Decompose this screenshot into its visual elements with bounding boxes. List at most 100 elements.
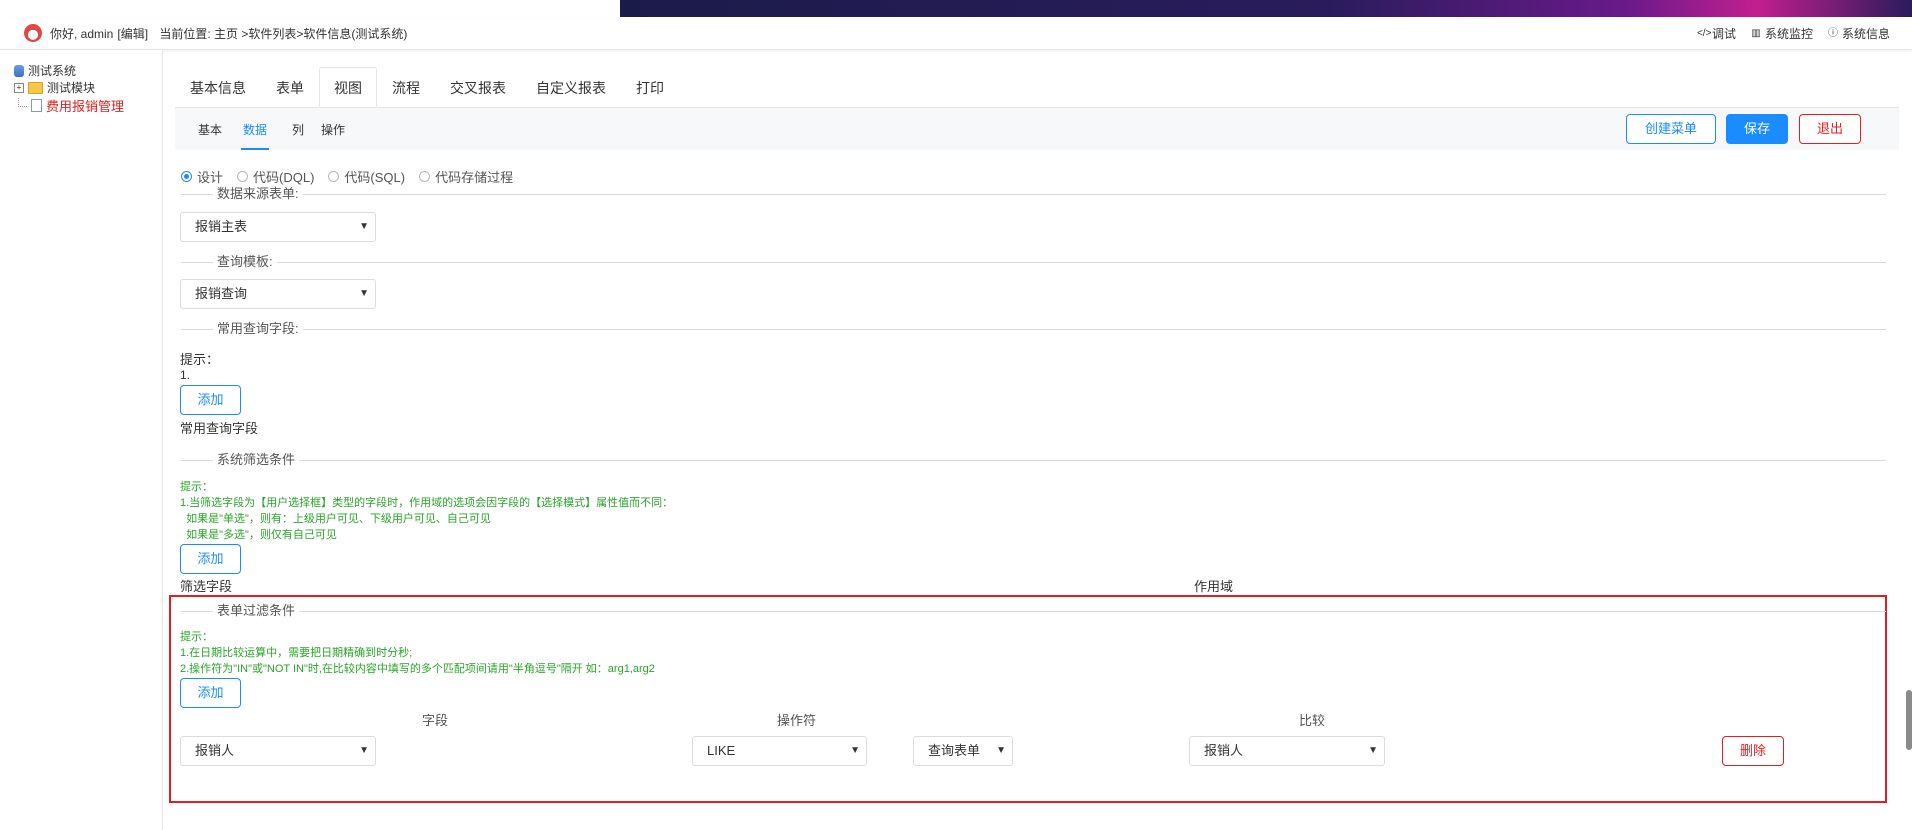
operator-column-header: 操作符 <box>777 713 817 728</box>
radio-dql-label: 代码(DQL) <box>253 170 315 185</box>
main-panel: 基本信息 表单 视图 流程 交叉报表 自定义报表 打印 基本 数据 列 操作 创… <box>163 50 1912 830</box>
query-template-value: 报销查询 <box>195 286 248 301</box>
filter-operator-value: LIKE <box>707 743 736 758</box>
top-tools: </> 调试 ▥ 系统监控 ⓘ 系统信息 <box>1697 25 1890 42</box>
data-source-value: 报销主表 <box>195 219 248 234</box>
tab-custom-report[interactable]: 自定义报表 <box>521 67 621 109</box>
expand-icon[interactable]: + <box>14 82 24 93</box>
edit-profile-link[interactable]: [编辑] <box>117 27 148 41</box>
form-filter-legend-label: 表单过滤条件 <box>213 604 300 618</box>
radio-dql[interactable]: 代码(DQL) <box>237 167 314 186</box>
common-fields-legend: 常用查询字段: <box>181 322 1886 336</box>
tab-flow[interactable]: 流程 <box>377 67 435 109</box>
filter-field-column-header: 筛选字段 <box>180 579 233 594</box>
filter-compare-value: 报销人 <box>1204 743 1244 758</box>
tree-node-module[interactable]: + 测试模块 <box>14 79 95 96</box>
filter-field-select[interactable]: 报销人 ▼ <box>180 736 376 766</box>
compare-column-header: 比较 <box>1299 713 1326 728</box>
system-monitor-link[interactable]: ▥ 系统监控 <box>1750 25 1813 42</box>
system-info-label: 系统信息 <box>1841 27 1890 41</box>
caret-down-icon: ▼ <box>1368 745 1378 756</box>
top-bar: 你好, admin [编辑] 当前位置: 主页 >软件列表>软件信息(测试系统) … <box>0 17 1912 50</box>
banner-graphic <box>620 0 1912 17</box>
subtab-columns[interactable]: 列 <box>292 121 304 138</box>
caret-down-icon: ▼ <box>359 288 369 299</box>
breadcrumb: 当前位置: 主页 >软件列表>软件信息(测试系统) <box>159 27 408 41</box>
query-template-legend: 查询模板: <box>181 255 1886 269</box>
subtab-basic[interactable]: 基本 <box>198 121 222 138</box>
tree-node-leaf-label: 费用报销管理 <box>46 99 125 114</box>
tree-node-leaf[interactable]: 费用报销管理 <box>18 96 124 115</box>
code-icon: </> <box>1696 27 1712 39</box>
system-filter-tip-line-2: 如果是"单选"，则有：上级用户可见、下级用户可见、自己可见 <box>180 513 491 525</box>
scrollbar-thumb[interactable] <box>1906 690 1912 750</box>
monitor-icon: ▥ <box>1751 27 1761 39</box>
form-filter-highlight <box>169 595 1887 803</box>
system-filter-add-button[interactable]: 添加 <box>180 544 241 574</box>
data-source-legend: 数据来源表单: <box>181 187 1886 201</box>
delete-condition-button[interactable]: 删除 <box>1722 736 1784 766</box>
main-tabs: 基本信息 表单 视图 流程 交叉报表 自定义报表 打印 <box>175 67 679 109</box>
filter-compare-select[interactable]: 报销人 ▼ <box>1189 736 1385 766</box>
system-info-link[interactable]: ⓘ 系统信息 <box>1827 25 1890 42</box>
system-filter-tip-title: 提示： <box>180 481 213 493</box>
common-fields-legend-label: 常用查询字段: <box>213 322 303 336</box>
tree-connector <box>18 98 27 107</box>
caret-down-icon: ▼ <box>850 745 860 756</box>
subtab-data[interactable]: 数据 <box>240 121 270 150</box>
form-filter-tip-line-2: 2.操作符为"IN"或"NOT IN"时,在比较内容中填写的多个匹配项间请用"半… <box>180 663 655 675</box>
radio-dot-icon <box>328 171 340 182</box>
avatar <box>24 24 42 42</box>
query-template-legend-label: 查询模板: <box>213 255 277 269</box>
folder-icon <box>28 81 43 94</box>
create-menu-button[interactable]: 创建菜单 <box>1626 114 1716 144</box>
filter-operator-select[interactable]: LIKE ▼ <box>692 736 867 766</box>
filter-source-select[interactable]: 查询表单 ▼ <box>913 736 1013 766</box>
divider <box>181 262 1886 263</box>
caret-down-icon: ▼ <box>359 221 369 232</box>
tab-view[interactable]: 视图 <box>319 67 377 109</box>
debug-link[interactable]: </> 调试 <box>1697 25 1736 42</box>
filter-field-value: 报销人 <box>195 743 235 758</box>
save-button[interactable]: 保存 <box>1726 114 1788 144</box>
divider <box>181 329 1886 330</box>
field-column-header: 字段 <box>422 713 449 728</box>
radio-design[interactable]: 设计 <box>181 167 223 186</box>
query-template-select[interactable]: 报销查询 ▼ <box>180 279 376 309</box>
common-fields-label: 常用查询字段 <box>180 421 259 436</box>
subtab-operations[interactable]: 操作 <box>321 121 345 138</box>
common-fields-tip-line: 1. <box>180 368 191 382</box>
system-filter-tip-line-3: 如果是"多选"，则仅有自己可见 <box>180 529 337 541</box>
system-filter-legend: 系统筛选条件 <box>181 453 1886 467</box>
document-icon <box>31 99 42 112</box>
tree-node-module-label: 测试模块 <box>47 81 96 95</box>
radio-dot-icon <box>181 171 192 182</box>
radio-stored-procedure[interactable]: 代码存储过程 <box>419 167 513 186</box>
scope-column-header: 作用域 <box>1194 579 1234 594</box>
form-filter-add-button[interactable]: 添加 <box>180 678 241 708</box>
form-filter-legend: 表单过滤条件 <box>181 604 1886 618</box>
radio-sql-label: 代码(SQL) <box>344 170 406 185</box>
tab-form[interactable]: 表单 <box>261 67 319 109</box>
tab-basic-info[interactable]: 基本信息 <box>175 67 261 109</box>
data-source-select[interactable]: 报销主表 ▼ <box>180 212 376 242</box>
exit-button[interactable]: 退出 <box>1799 114 1861 144</box>
tree-node-system-label: 测试系统 <box>28 64 77 78</box>
radio-sql[interactable]: 代码(SQL) <box>328 167 405 186</box>
form-filter-tip-title: 提示： <box>180 631 213 643</box>
tab-print[interactable]: 打印 <box>621 67 679 109</box>
tree-node-system[interactable]: 测试系统 <box>14 62 76 79</box>
user-greeting-area: 你好, admin [编辑] 当前位置: 主页 >软件列表>软件信息(测试系统) <box>50 25 415 42</box>
data-source-legend-label: 数据来源表单: <box>213 187 303 201</box>
mode-radio-group: 设计 代码(DQL) 代码(SQL) 代码存储过程 <box>181 167 513 186</box>
info-icon: ⓘ <box>1827 27 1838 39</box>
tab-cross-report[interactable]: 交叉报表 <box>435 67 521 109</box>
caret-down-icon: ▼ <box>996 745 1006 756</box>
common-fields-add-button[interactable]: 添加 <box>180 385 241 415</box>
caret-down-icon: ▼ <box>359 745 369 756</box>
filter-source-value: 查询表单 <box>928 743 981 758</box>
sidebar-tree: 测试系统 + 测试模块 费用报销管理 <box>0 50 163 830</box>
radio-dot-icon <box>419 171 431 182</box>
divider <box>181 194 1886 195</box>
radio-stored-procedure-label: 代码存储过程 <box>435 170 514 185</box>
